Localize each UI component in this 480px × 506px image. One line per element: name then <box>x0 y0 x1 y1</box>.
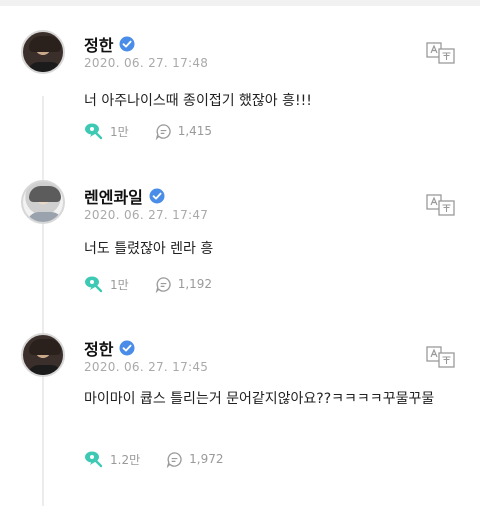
comment-timestamp: 2020. 06. 27. 17:47 <box>84 208 209 222</box>
reply-button[interactable]: 1,192 <box>155 276 212 293</box>
comment-timestamp: 2020. 06. 27. 17:45 <box>84 360 209 374</box>
like-count: 1만 <box>110 277 129 292</box>
reply-count: 1,192 <box>177 277 213 291</box>
reply-count: 1,972 <box>189 452 224 466</box>
top-divider <box>0 0 480 6</box>
author-name[interactable]: 정한 <box>84 336 113 360</box>
bubble-key-icon <box>84 122 104 140</box>
comment-text: 마이마이 큡스 틀리는거 문어같지않아요??ㅋㅋㅋㅋ꾸물꾸물 <box>84 391 435 407</box>
comment-text: 너 아주나이스때 종이접기 했잖아 흥!!! <box>84 93 312 109</box>
translate-icon[interactable] <box>426 194 456 216</box>
like-button[interactable]: 1만 <box>84 275 129 293</box>
author-name[interactable]: 정한 <box>84 32 113 56</box>
verified-badge-icon <box>119 340 135 356</box>
reply-count: 1,415 <box>177 124 213 138</box>
thread-line <box>42 96 44 506</box>
author-name[interactable]: 렌엔콰일 <box>84 184 143 208</box>
like-count: 1만 <box>110 124 129 139</box>
verified-badge-icon <box>149 188 165 204</box>
bubble-key-icon <box>84 275 104 293</box>
bubble-key-icon <box>84 450 104 468</box>
avatar[interactable] <box>21 30 65 74</box>
avatar[interactable] <box>21 333 65 377</box>
comment-icon <box>155 276 172 293</box>
like-count: 1.2만 <box>110 452 141 467</box>
reply-button[interactable]: 1,972 <box>166 451 223 468</box>
like-button[interactable]: 1.2만 <box>84 450 140 468</box>
avatar[interactable] <box>21 180 65 224</box>
comment-icon <box>166 451 183 468</box>
verified-badge-icon <box>119 36 135 52</box>
translate-icon[interactable] <box>426 42 456 64</box>
comment-icon <box>155 123 172 140</box>
like-button[interactable]: 1만 <box>84 122 129 140</box>
comment-text: 너도 틀렸잖아 렌라 흥 <box>84 241 214 257</box>
translate-icon[interactable] <box>426 346 456 368</box>
comment-timestamp: 2020. 06. 27. 17:48 <box>84 56 209 70</box>
reply-button[interactable]: 1,415 <box>155 123 212 140</box>
